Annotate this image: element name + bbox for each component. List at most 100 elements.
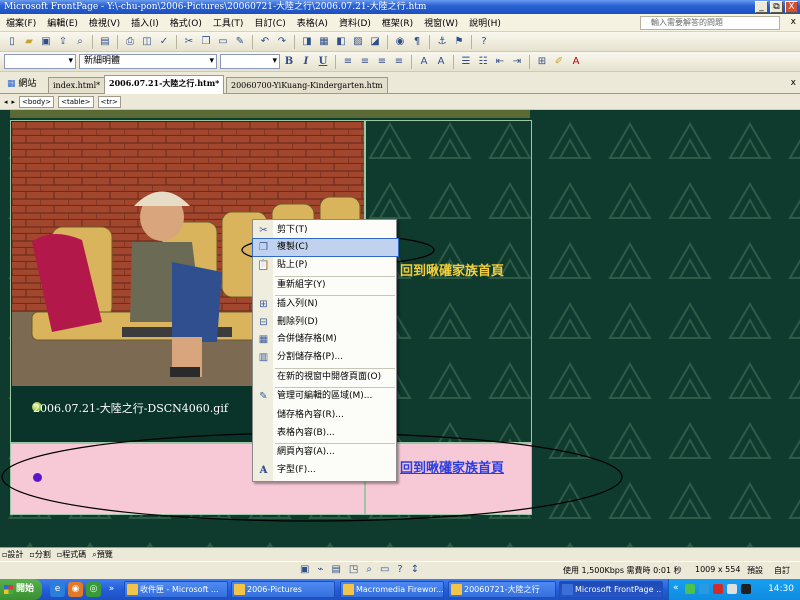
- code-snippet-icon[interactable]: ◉: [392, 34, 408, 50]
- page-size[interactable]: 1009 x 554: [695, 565, 740, 574]
- task-trip-folder[interactable]: 20060721-大陸之行: [448, 581, 556, 598]
- tray-expand-icon[interactable]: «: [673, 583, 679, 593]
- messenger-icon[interactable]: [699, 584, 709, 594]
- menu-format[interactable]: 格式(O): [170, 16, 202, 29]
- menu-frames[interactable]: 框架(R): [382, 16, 413, 29]
- task-frontpage[interactable]: Microsoft FrontPage ...: [559, 581, 663, 598]
- bullets-icon[interactable]: ☷: [475, 54, 491, 70]
- help-search-input[interactable]: 輸入需要解答的問題: [640, 16, 780, 30]
- menu-item-font[interactable]: A 字型(F)...: [253, 462, 398, 479]
- menu-tools[interactable]: 工具(T): [213, 16, 244, 29]
- align-right-icon[interactable]: ≡: [374, 54, 390, 70]
- justify-icon[interactable]: ≡: [391, 54, 407, 70]
- restore-button[interactable]: ⧉: [770, 1, 783, 13]
- tag-table[interactable]: <table>: [58, 95, 94, 108]
- menu-item-merge-cells[interactable]: ▦ 合併儲存格(M): [253, 331, 398, 348]
- insert-table-icon[interactable]: ▦: [316, 34, 332, 50]
- menu-insert[interactable]: 插入(I): [131, 16, 159, 29]
- style-dropdown[interactable]: [4, 54, 76, 69]
- undo-icon[interactable]: ↶: [257, 34, 273, 50]
- preview-icon[interactable]: ◫: [139, 34, 155, 50]
- desktop-icon[interactable]: ◎: [86, 582, 101, 597]
- tab-current-page[interactable]: 2006.07.21-大陸之行.htm*: [104, 75, 225, 94]
- menu-item-recompose[interactable]: 重新組字(Y): [253, 277, 398, 294]
- underline-button[interactable]: U: [315, 54, 331, 70]
- mode-default[interactable]: 預設: [747, 565, 763, 576]
- menu-data[interactable]: 資料(D): [339, 16, 371, 29]
- cut-icon[interactable]: ✂: [181, 34, 197, 50]
- tab-design[interactable]: ▫設計: [2, 549, 23, 560]
- menu-edit[interactable]: 編輯(E): [47, 16, 78, 29]
- redo-icon[interactable]: ↷: [274, 34, 290, 50]
- format-painter-icon[interactable]: ✎: [232, 34, 248, 50]
- new-page-icon[interactable]: ▯: [4, 34, 20, 50]
- menu-table[interactable]: 表格(A): [297, 16, 328, 29]
- borders-icon[interactable]: ⊞: [534, 54, 550, 70]
- decrease-font-icon[interactable]: A: [433, 54, 449, 70]
- task-pictures-folder[interactable]: 2006-Pictures: [231, 581, 335, 598]
- menu-item-split-cells[interactable]: ▥ 分割儲存格(P)...: [253, 349, 398, 366]
- menu-view[interactable]: 檢視(V): [89, 16, 120, 29]
- publish-icon[interactable]: ⇪: [55, 34, 71, 50]
- document-close-icon[interactable]: x: [791, 17, 796, 27]
- show-all-icon[interactable]: ¶: [409, 34, 425, 50]
- tab-index[interactable]: index.html*: [48, 77, 106, 93]
- tag-nav-right-icon[interactable]: ▸: [12, 98, 16, 106]
- help-icon[interactable]: ?: [476, 34, 492, 50]
- media-icon[interactable]: ◉: [68, 582, 83, 597]
- menu-help[interactable]: 說明(H): [469, 16, 501, 29]
- align-center-icon[interactable]: ≡: [357, 54, 373, 70]
- copy-icon[interactable]: ❐: [198, 34, 214, 50]
- browser-icon[interactable]: e: [50, 582, 65, 597]
- decrease-indent-icon[interactable]: ⇤: [492, 54, 508, 70]
- highlight-icon[interactable]: ✐: [551, 54, 567, 70]
- close-tab-icon[interactable]: x: [791, 78, 796, 88]
- task-outlook[interactable]: 收件匣 - Microsoft ...: [124, 581, 228, 598]
- save-icon[interactable]: ▣: [38, 34, 54, 50]
- tab-kindergarten[interactable]: 20060700-YiKuang-Kindergarten.htm: [226, 77, 388, 93]
- font-color-icon[interactable]: A: [568, 54, 584, 70]
- menu-item-page-properties[interactable]: 網頁內容(A)...: [253, 444, 398, 461]
- numbering-icon[interactable]: ☰: [458, 54, 474, 70]
- network-icon[interactable]: [685, 584, 695, 594]
- bookmark-icon[interactable]: ⚑: [451, 34, 467, 50]
- menu-custom[interactable]: 目訂(C): [254, 16, 285, 29]
- minimize-button[interactable]: _: [755, 1, 768, 13]
- tab-website[interactable]: ▦ 網站: [4, 76, 39, 92]
- toggle-pane-icon[interactable]: ▤: [97, 34, 113, 50]
- insert-picture-icon[interactable]: ▨: [350, 34, 366, 50]
- menu-item-copy[interactable]: ❐ 複製(C): [252, 238, 399, 257]
- menu-item-editable-regions[interactable]: ✎ 管理可編輯的區域(M)...: [253, 388, 398, 405]
- menu-item-cut[interactable]: ✂ 剪下(T): [253, 222, 398, 239]
- menu-file[interactable]: 檔案(F): [6, 16, 36, 29]
- spelling-icon[interactable]: ✓: [156, 34, 172, 50]
- increase-font-icon[interactable]: A: [416, 54, 432, 70]
- menu-item-cell-properties[interactable]: 儲存格內容(R)...: [253, 407, 398, 424]
- mode-custom[interactable]: 自訂: [774, 565, 790, 576]
- menu-window[interactable]: 視窗(W): [424, 16, 458, 29]
- tab-preview[interactable]: ⌕預覽: [92, 549, 112, 560]
- start-button[interactable]: 開始: [0, 579, 42, 600]
- tab-code[interactable]: ▫程式碼: [57, 549, 86, 560]
- open-folder-icon[interactable]: ▰: [21, 34, 37, 50]
- menu-item-insert-row[interactable]: ⊞ 插入列(N): [253, 296, 398, 313]
- design-canvas[interactable]: 2006.07.21-大陸之行-DSCN4060.gif 回到啾礶家族首頁 回到…: [0, 110, 800, 547]
- volume-icon[interactable]: [727, 584, 737, 594]
- font-dropdown[interactable]: 新細明體: [79, 54, 217, 69]
- font-size-dropdown[interactable]: [220, 54, 280, 69]
- menu-item-delete-row[interactable]: ⊟ 刪除列(D): [253, 314, 398, 331]
- paste-icon[interactable]: ▭: [215, 34, 231, 50]
- antivirus-icon[interactable]: [713, 584, 723, 594]
- task-fireworks[interactable]: Macromedia Firewor...: [340, 581, 444, 598]
- web-component-icon[interactable]: ◨: [299, 34, 315, 50]
- hyperlink-icon[interactable]: ⚓: [434, 34, 450, 50]
- update-icon[interactable]: [741, 584, 751, 594]
- insert-layer-icon[interactable]: ◧: [333, 34, 349, 50]
- tag-body[interactable]: <body>: [19, 95, 55, 108]
- align-left-icon[interactable]: ≡: [340, 54, 356, 70]
- tag-tr[interactable]: <tr>: [97, 95, 121, 108]
- increase-indent-icon[interactable]: ⇥: [509, 54, 525, 70]
- drawing-icon[interactable]: ◪: [367, 34, 383, 50]
- print-icon[interactable]: ⎙: [122, 34, 138, 50]
- tag-nav-left-icon[interactable]: ◂: [4, 98, 8, 106]
